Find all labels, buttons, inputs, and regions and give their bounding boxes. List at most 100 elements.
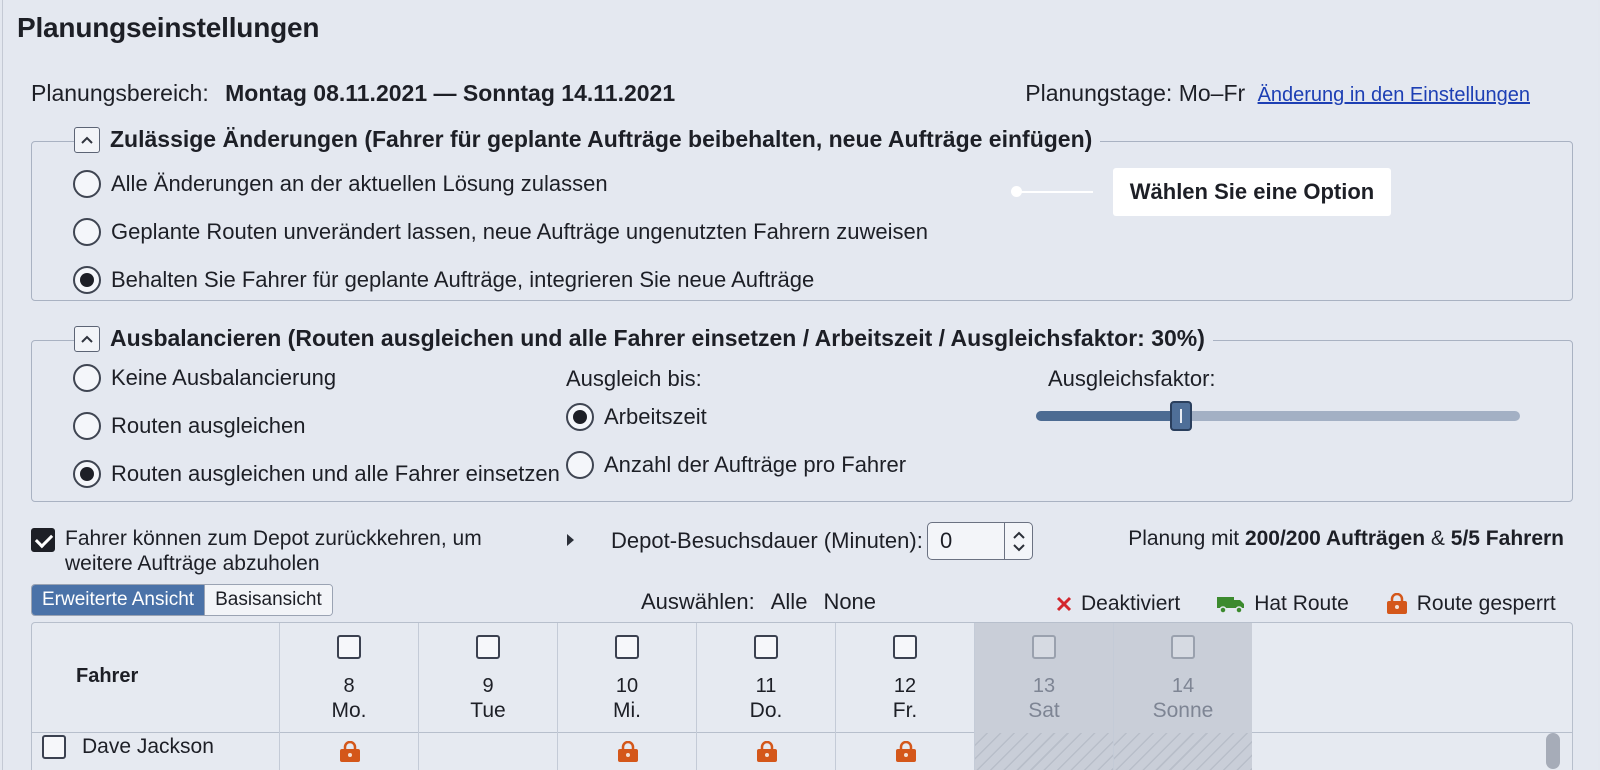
scrollbar[interactable] [1546,733,1560,769]
balance-until-option-label: Anzahl der Aufträge pro Fahrer [604,452,907,477]
table-row[interactable]: Dave Jackson [42,735,214,759]
depot-visit-stepper[interactable]: 0 [927,522,1033,560]
radio-button[interactable] [73,412,101,440]
day-column-11: 11 Do. [696,623,835,770]
return-to-depot-checkbox[interactable] [31,528,55,552]
changes-section-title: Zulässige Änderungen (Fahrer für geplant… [110,126,1093,152]
legend-deactivated-label: Deaktiviert [1081,592,1181,615]
planning-range-value: Montag 08.11.2021 — Sonntag 14.11.2021 [225,80,676,106]
driver-checkbox[interactable] [42,735,66,759]
close-icon [1056,596,1072,612]
planning-settings-panel: Planungseinstellungen Planungsbereich: M… [2,0,1598,770]
select-none-link[interactable]: None [823,589,876,615]
changes-option-label: Alle Änderungen an der aktuellen Lösung … [111,171,608,196]
balance-option-routes-all-drivers[interactable]: Routen ausgleichen und alle Fahrer einse… [73,460,560,488]
stepper-arrows[interactable] [1004,523,1032,559]
day-select-checkbox[interactable] [893,635,917,659]
driver-name: Dave Jackson [82,735,214,758]
lock-icon [1386,593,1407,614]
legend-has-route-label: Hat Route [1254,592,1349,615]
select-all-link[interactable]: Alle [771,589,808,615]
radio-button-selected[interactable] [566,403,594,431]
day-name: Fr. [892,699,918,722]
balance-option-label: Routen ausgleichen [111,413,306,438]
collapse-balance-button[interactable] [74,325,100,352]
legend-route-locked-label: Route gesperrt [1416,592,1556,615]
legend-route-locked: Route gesperrt [1385,592,1556,616]
balance-until-option-label: Arbeitszeit [604,404,707,429]
day-select-checkbox[interactable] [1032,635,1056,659]
change-settings-link[interactable]: Änderung in den Einstellungen [1258,84,1530,106]
day-column-10: 10 Mi. [557,623,696,770]
radio-button[interactable] [566,451,594,479]
legend-deactivated: Deaktiviert [1055,592,1180,616]
caret-right-icon[interactable] [567,534,574,546]
day-number: 12 [893,675,917,697]
radio-button[interactable] [73,170,101,198]
select-label: Auswählen: [641,589,755,614]
day-number: 14 [1171,675,1195,697]
depot-visit-input[interactable]: 0 [928,523,1004,559]
lock-icon[interactable] [894,740,918,768]
day-select-checkbox[interactable] [476,635,500,659]
day-column-14: 14 Sonne [1113,623,1252,770]
tooltip: Wählen Sie eine Option [1113,168,1391,216]
radio-button-selected[interactable] [73,460,101,488]
day-select-checkbox[interactable] [1171,635,1195,659]
slider-fill [1036,411,1182,421]
select-controls: Auswählen: Alle None [641,589,876,615]
day-column-12: 12 Fr. [835,623,974,770]
planning-range-label: Planungsbereich: [31,80,209,106]
day-name: Do. [749,699,783,722]
disabled-cell [975,733,1113,770]
chevron-down-icon[interactable] [1012,543,1025,552]
chevron-up-icon[interactable] [1012,531,1025,539]
day-select-checkbox[interactable] [337,635,361,659]
radio-button-selected[interactable] [73,266,101,294]
tab-basic-view[interactable]: Basisansicht [204,585,332,615]
day-select-checkbox[interactable] [615,635,639,659]
planning-days-value: Mo–Fr [1178,80,1246,106]
day-name: Tue [470,699,506,722]
driver-schedule-grid: 8 Mo. 9 Tue 10 Mi. 11 Do. 12 Fr. 13 Sat 14 Sonne Fahre… [31,622,1573,770]
lock-icon[interactable] [755,740,779,768]
balance-option-routes[interactable]: Routen ausgleichen [73,412,305,440]
planning-days-label: Planungstage: [1025,80,1173,106]
lock-icon[interactable] [338,740,362,768]
changes-option-keep-drivers[interactable]: Behalten Sie Fahrer für geplante Aufträg… [73,266,814,294]
radio-button[interactable] [73,218,101,246]
day-name: Mo. [331,699,367,722]
driver-column-header: Fahrer [76,665,139,687]
balance-until-worktime[interactable]: Arbeitszeit [566,403,707,431]
lock-icon[interactable] [616,740,640,768]
tab-extended-view[interactable]: Erweiterte Ansicht [32,585,205,615]
day-name: Sat [1028,699,1060,722]
return-to-depot[interactable]: Fahrer können zum Depot zurückkehren, um… [31,526,555,576]
day-name: Mi. [613,699,641,722]
balance-until-orders[interactable]: Anzahl der Aufträge pro Fahrer [566,451,906,479]
day-number: 8 [343,675,355,697]
balance-option-none[interactable]: Keine Ausbalancierung [73,364,336,392]
status-legend: Deaktiviert Hat Route Route gesperrt [1055,592,1556,616]
plan-summary-orders: 200/200 Aufträgen [1244,527,1426,550]
balance-option-label: Keine Ausbalancierung [111,365,337,390]
day-number: 9 [482,675,494,697]
balance-section-header: Ausbalancieren (Routen ausgleichen und a… [74,325,1213,352]
changes-option-all[interactable]: Alle Änderungen an der aktuellen Lösung … [73,170,608,198]
truck-icon [1217,597,1245,614]
day-column-8: 8 Mo. [279,623,418,770]
chevron-up-icon [81,136,93,144]
day-select-checkbox[interactable] [754,635,778,659]
plan-summary-drivers: 5/5 Fahrern [1450,527,1564,550]
changes-option-label: Geplante Routen unverändert lassen, neue… [111,219,928,244]
radio-button[interactable] [73,364,101,392]
plan-summary: Planung mit 200/200 Aufträgen & 5/5 Fahr… [1128,527,1564,551]
planning-range: Planungsbereich: Montag 08.11.2021 — Son… [31,80,675,107]
slider-thumb[interactable] [1170,401,1193,431]
balance-section-title: Ausbalancieren (Routen ausgleichen und a… [110,325,1205,351]
changes-option-label: Behalten Sie Fahrer für geplante Aufträg… [111,267,815,292]
balance-factor-slider[interactable] [1036,401,1520,431]
collapse-changes-button[interactable] [74,126,100,153]
disabled-cell [1114,733,1252,770]
changes-option-keep-routes[interactable]: Geplante Routen unverändert lassen, neue… [73,218,928,246]
